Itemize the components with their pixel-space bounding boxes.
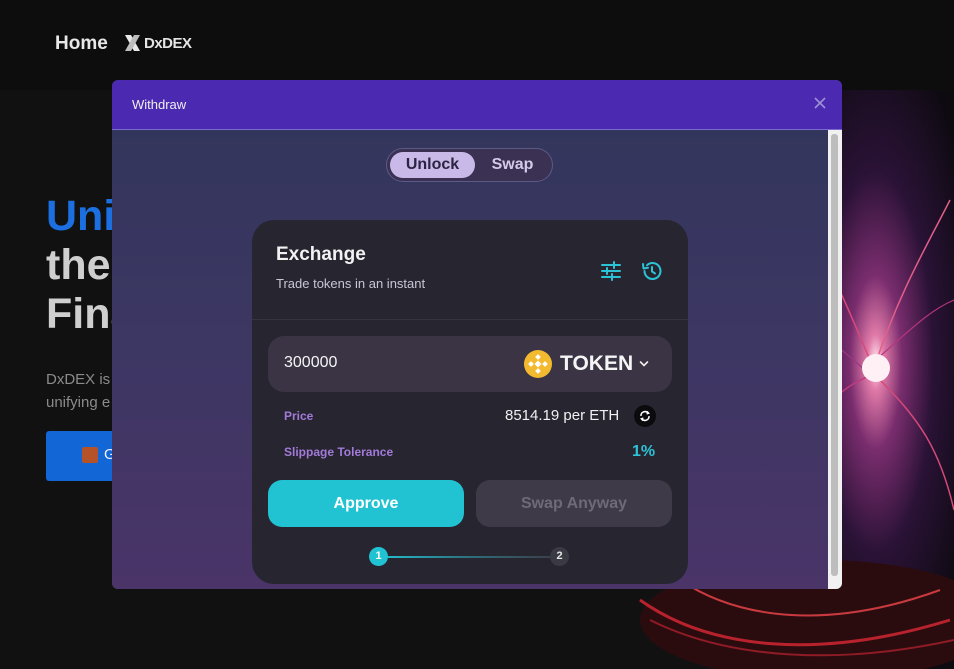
slippage-label: Slippage Tolerance	[284, 445, 394, 459]
modal-header: Withdraw	[112, 80, 842, 130]
hero-desc-line-1: DxDEX is	[46, 371, 111, 388]
price-value: 8514.19 per ETH	[505, 407, 620, 424]
logo-text: DxDEX	[144, 34, 192, 52]
modal-body: Unlock Swap Exchange Trade tokens in an …	[112, 130, 842, 589]
amount-input[interactable]	[284, 354, 484, 372]
approve-button[interactable]: Approve	[268, 480, 464, 527]
close-icon[interactable]	[812, 95, 828, 111]
unlock-swap-tabs: Unlock Swap	[386, 148, 553, 182]
slippage-value[interactable]: 1%	[632, 443, 655, 461]
exchange-title: Exchange	[276, 244, 366, 265]
modal-title: Withdraw	[132, 97, 187, 112]
token-select-button[interactable]: TOKEN	[524, 348, 654, 380]
tab-swap[interactable]: Swap	[475, 152, 550, 178]
token-label: TOKEN	[560, 352, 634, 375]
card-divider	[252, 319, 688, 320]
step-progress-line	[378, 556, 560, 558]
amount-input-box: TOKEN	[268, 336, 672, 392]
scrollbar-thumb[interactable]	[831, 134, 838, 576]
price-label: Price	[284, 409, 314, 423]
top-nav: Home DxDEX	[0, 0, 954, 90]
history-icon[interactable]	[640, 259, 664, 283]
dxdex-logo-icon	[125, 35, 140, 51]
hero-description: DxDEX is unifying e	[46, 368, 110, 414]
nav-home-link[interactable]: Home	[55, 33, 108, 55]
hero-desc-line-2: unifying e	[46, 394, 111, 411]
withdraw-modal: Withdraw Unlock Swap Exchange Trade toke…	[112, 80, 842, 589]
chevron-down-icon	[639, 361, 649, 367]
dxdex-logo[interactable]: DxDEX	[124, 34, 192, 52]
exchange-subtitle: Trade tokens in an instant	[276, 276, 426, 291]
page: Home DxDEX Uni the Fina DxDEX is unifyin…	[0, 0, 954, 669]
refresh-icon[interactable]	[634, 405, 656, 427]
step-2-indicator: 2	[550, 547, 569, 566]
gift-icon	[82, 447, 98, 463]
exchange-card: Exchange Trade tokens in an instant 3000…	[252, 220, 688, 584]
swap-anyway-button[interactable]: Swap Anyway	[476, 480, 672, 527]
modal-scrollbar[interactable]	[828, 130, 842, 589]
step-1-indicator: 1	[369, 547, 388, 566]
bnb-token-icon	[524, 350, 552, 378]
tab-unlock[interactable]: Unlock	[390, 152, 475, 178]
settings-sliders-icon[interactable]	[600, 260, 622, 282]
